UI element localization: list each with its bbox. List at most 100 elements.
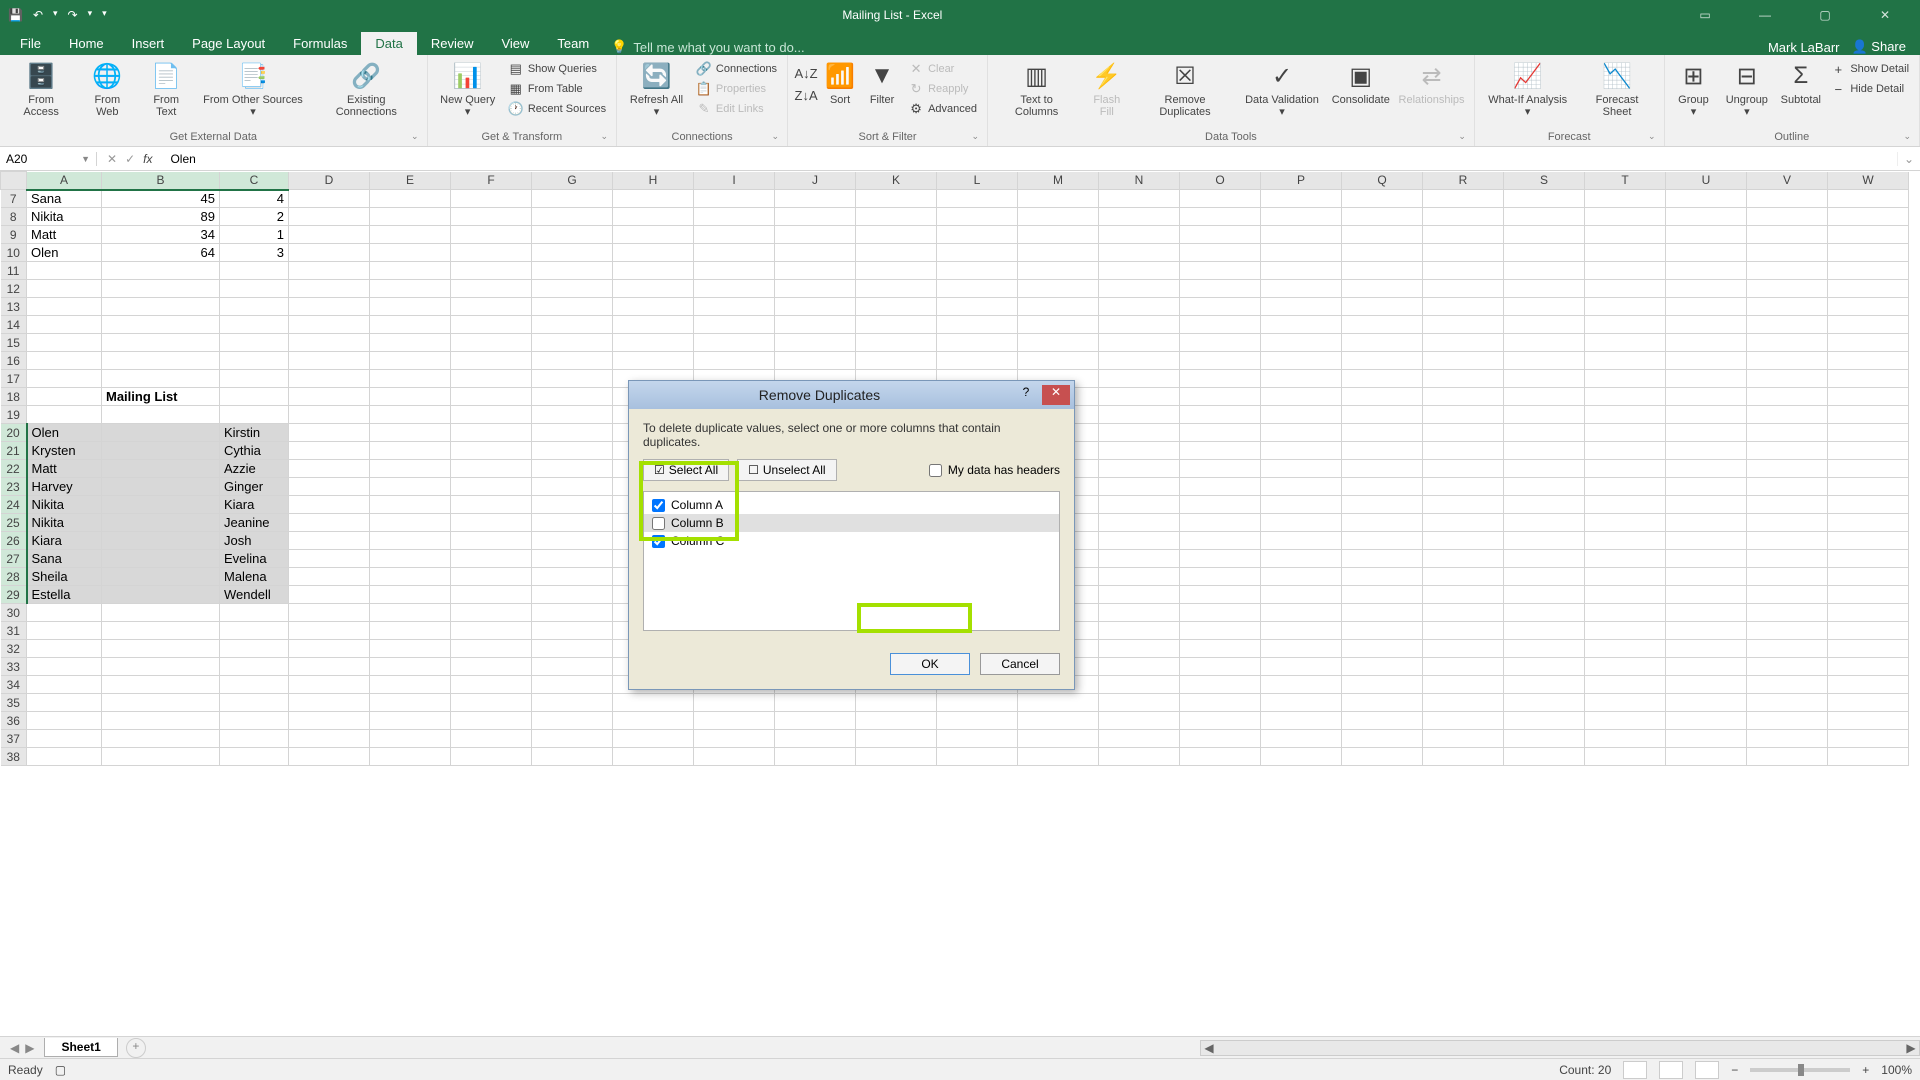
zoom-in-button[interactable]: + bbox=[1862, 1063, 1869, 1077]
row-header-37[interactable]: 37 bbox=[1, 730, 27, 748]
col-header-C[interactable]: C bbox=[220, 172, 289, 190]
cell-J15[interactable] bbox=[775, 334, 856, 352]
cell-D36[interactable] bbox=[289, 712, 370, 730]
cell-L8[interactable] bbox=[937, 208, 1018, 226]
add-sheet-button[interactable]: + bbox=[126, 1038, 146, 1058]
cell-Q35[interactable] bbox=[1342, 694, 1423, 712]
cell-A27[interactable]: Sana bbox=[27, 550, 102, 568]
cell-G31[interactable] bbox=[532, 622, 613, 640]
cell-T28[interactable] bbox=[1585, 568, 1666, 586]
cell-R28[interactable] bbox=[1423, 568, 1504, 586]
cell-B11[interactable] bbox=[102, 262, 220, 280]
cell-C23[interactable]: Ginger bbox=[220, 478, 289, 496]
share-button[interactable]: 👤 Share bbox=[1851, 39, 1906, 55]
cell-B23[interactable] bbox=[102, 478, 220, 496]
cell-P13[interactable] bbox=[1261, 298, 1342, 316]
cell-F7[interactable] bbox=[451, 190, 532, 208]
cell-E17[interactable] bbox=[370, 370, 451, 388]
cell-G23[interactable] bbox=[532, 478, 613, 496]
cell-A7[interactable]: Sana bbox=[27, 190, 102, 208]
cell-I9[interactable] bbox=[694, 226, 775, 244]
cell-G7[interactable] bbox=[532, 190, 613, 208]
cell-A14[interactable] bbox=[27, 316, 102, 334]
cell-C35[interactable] bbox=[220, 694, 289, 712]
cell-S37[interactable] bbox=[1504, 730, 1585, 748]
row-header-22[interactable]: 22 bbox=[1, 460, 27, 478]
cell-E9[interactable] bbox=[370, 226, 451, 244]
cell-T31[interactable] bbox=[1585, 622, 1666, 640]
cell-L36[interactable] bbox=[937, 712, 1018, 730]
cell-A29[interactable]: Estella bbox=[27, 586, 102, 604]
cell-E7[interactable] bbox=[370, 190, 451, 208]
cell-P27[interactable] bbox=[1261, 550, 1342, 568]
col-header-J[interactable]: J bbox=[775, 172, 856, 190]
zoom-slider[interactable] bbox=[1750, 1068, 1850, 1072]
data-validation-button[interactable]: ✓Data Validation ▾ bbox=[1238, 58, 1327, 120]
cell-T18[interactable] bbox=[1585, 388, 1666, 406]
cell-U33[interactable] bbox=[1666, 658, 1747, 676]
row-header-18[interactable]: 18 bbox=[1, 388, 27, 406]
cell-K8[interactable] bbox=[856, 208, 937, 226]
fx-button[interactable]: fx bbox=[143, 152, 152, 166]
cell-E22[interactable] bbox=[370, 460, 451, 478]
cell-N34[interactable] bbox=[1099, 676, 1180, 694]
cell-B37[interactable] bbox=[102, 730, 220, 748]
cell-R33[interactable] bbox=[1423, 658, 1504, 676]
cell-R7[interactable] bbox=[1423, 190, 1504, 208]
row-header-24[interactable]: 24 bbox=[1, 496, 27, 514]
cell-S21[interactable] bbox=[1504, 442, 1585, 460]
cell-C31[interactable] bbox=[220, 622, 289, 640]
cell-T27[interactable] bbox=[1585, 550, 1666, 568]
cell-Q26[interactable] bbox=[1342, 532, 1423, 550]
cell-S22[interactable] bbox=[1504, 460, 1585, 478]
cell-M36[interactable] bbox=[1018, 712, 1099, 730]
scroll-left-icon[interactable]: ◀ bbox=[1201, 1041, 1217, 1055]
cell-P34[interactable] bbox=[1261, 676, 1342, 694]
col-header-I[interactable]: I bbox=[694, 172, 775, 190]
cell-T38[interactable] bbox=[1585, 748, 1666, 766]
cell-S17[interactable] bbox=[1504, 370, 1585, 388]
cell-E20[interactable] bbox=[370, 424, 451, 442]
cell-C29[interactable]: Wendell bbox=[220, 586, 289, 604]
cell-N20[interactable] bbox=[1099, 424, 1180, 442]
cell-U10[interactable] bbox=[1666, 244, 1747, 262]
qat-redo-more[interactable]: ▾ bbox=[88, 8, 93, 22]
col-header-A[interactable]: A bbox=[27, 172, 102, 190]
cell-V37[interactable] bbox=[1747, 730, 1828, 748]
cell-Q8[interactable] bbox=[1342, 208, 1423, 226]
cell-A38[interactable] bbox=[27, 748, 102, 766]
cell-C36[interactable] bbox=[220, 712, 289, 730]
cell-D19[interactable] bbox=[289, 406, 370, 424]
cell-D21[interactable] bbox=[289, 442, 370, 460]
tab-team[interactable]: Team bbox=[543, 32, 603, 55]
cell-P33[interactable] bbox=[1261, 658, 1342, 676]
cell-G20[interactable] bbox=[532, 424, 613, 442]
cell-B30[interactable] bbox=[102, 604, 220, 622]
cell-U13[interactable] bbox=[1666, 298, 1747, 316]
cell-T25[interactable] bbox=[1585, 514, 1666, 532]
cell-O27[interactable] bbox=[1180, 550, 1261, 568]
cell-E8[interactable] bbox=[370, 208, 451, 226]
headers-checkbox[interactable] bbox=[929, 464, 942, 477]
cell-B24[interactable] bbox=[102, 496, 220, 514]
dialog-close-button[interactable]: ✕ bbox=[1042, 385, 1070, 405]
cell-I37[interactable] bbox=[694, 730, 775, 748]
cell-P26[interactable] bbox=[1261, 532, 1342, 550]
cell-O21[interactable] bbox=[1180, 442, 1261, 460]
cell-O22[interactable] bbox=[1180, 460, 1261, 478]
cell-R8[interactable] bbox=[1423, 208, 1504, 226]
cell-F12[interactable] bbox=[451, 280, 532, 298]
cell-T12[interactable] bbox=[1585, 280, 1666, 298]
cell-H12[interactable] bbox=[613, 280, 694, 298]
cell-B18[interactable]: Mailing List bbox=[102, 388, 220, 406]
cell-T15[interactable] bbox=[1585, 334, 1666, 352]
cell-S31[interactable] bbox=[1504, 622, 1585, 640]
cell-E18[interactable] bbox=[370, 388, 451, 406]
cell-P17[interactable] bbox=[1261, 370, 1342, 388]
cell-L13[interactable] bbox=[937, 298, 1018, 316]
cell-D25[interactable] bbox=[289, 514, 370, 532]
cell-G16[interactable] bbox=[532, 352, 613, 370]
col-header-V[interactable]: V bbox=[1747, 172, 1828, 190]
cell-L11[interactable] bbox=[937, 262, 1018, 280]
cell-E31[interactable] bbox=[370, 622, 451, 640]
